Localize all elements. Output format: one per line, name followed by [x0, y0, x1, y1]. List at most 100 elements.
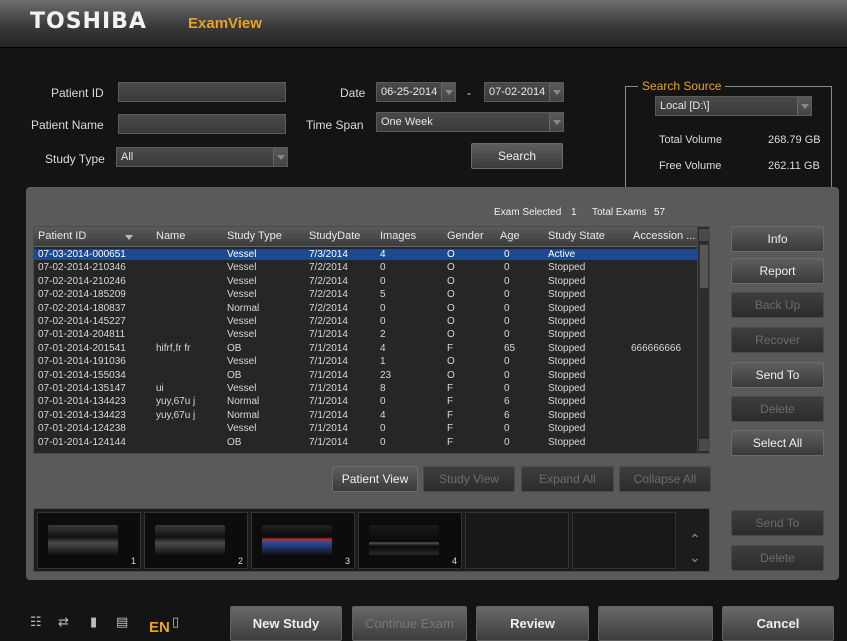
table-row[interactable]: 07-02-2014-185209 Vessel 7/2/2014 5 O 0 Stoppe… — [34, 289, 697, 300]
scroll-down-icon[interactable] — [699, 439, 709, 451]
table-row[interactable]: 07-01-2014-201541 hifrf,fr fr OB 7/1/2014 4 F… — [34, 343, 697, 354]
table-cell: Stopped — [548, 423, 586, 435]
expand-all-button[interactable]: Expand All — [521, 466, 614, 492]
language-indicator[interactable]: EN — [149, 619, 170, 636]
table-cell: 07-01-2014-124238 — [38, 423, 126, 435]
continue-exam-button[interactable]: Continue Exam — [352, 606, 467, 641]
backup-button[interactable]: Back Up — [731, 292, 824, 318]
table-row[interactable]: 07-03-2014-000651 Vessel 7/3/2014 4 O 0 Active — [34, 249, 697, 261]
collapse-all-button[interactable]: Collapse All — [619, 466, 711, 492]
table-cell: 1 — [380, 356, 386, 368]
column-header-gender[interactable]: Gender — [447, 230, 484, 242]
table-cell: 07-01-2014-134423 — [38, 409, 126, 421]
column-header-patient-id[interactable]: Patient ID — [38, 230, 86, 242]
disk-icon: ▮ — [90, 614, 98, 629]
thumbnail-image[interactable]: 4 — [358, 512, 462, 569]
column-header-age[interactable]: Age — [500, 230, 520, 242]
patient-id-input[interactable] — [118, 82, 286, 102]
patient-name-input[interactable] — [118, 114, 286, 134]
table-cell: 07-02-2014-185209 — [38, 289, 126, 301]
scroll-up-double-chevron-icon[interactable]: ⌃ — [689, 531, 701, 548]
table-cell: O — [447, 369, 455, 381]
table-cell: 23 — [380, 369, 392, 381]
table-cell: Stopped — [548, 342, 586, 354]
table-cell: 07-02-2014-210246 — [38, 275, 126, 287]
patient-view-button[interactable]: Patient View — [332, 466, 418, 492]
select-all-button[interactable]: Select All — [731, 430, 824, 456]
table-cell: Active — [548, 249, 576, 260]
thumbnail-image[interactable]: 3 — [251, 512, 355, 569]
table-cell: 7/1/2014 — [309, 342, 348, 354]
thumbnail-image[interactable]: 2 — [144, 512, 248, 569]
search-button[interactable]: Search — [471, 143, 563, 169]
table-row[interactable]: 07-01-2014-155034 OB 7/1/2014 23 O 0 Stopped — [34, 370, 697, 381]
recover-button[interactable]: Recover — [731, 327, 824, 353]
column-header-study-type[interactable]: Study Type — [227, 230, 282, 242]
table-row[interactable]: 07-02-2014-210246 Vessel 7/2/2014 0 O 0 Stoppe… — [34, 276, 697, 287]
table-cell: Vessel — [227, 316, 257, 327]
patient-name-label: Patient Name — [31, 118, 104, 132]
table-row[interactable]: 07-02-2014-210346 Vessel 7/2/2014 0 O 0 Stoppe… — [34, 262, 697, 273]
network-icon: ☷ — [30, 614, 42, 629]
thumbnail-image[interactable]: 1 — [37, 512, 141, 569]
source-select[interactable]: Local [D:\] — [655, 96, 812, 116]
table-cell: hifrf,fr fr — [156, 342, 191, 354]
exam-selected-count: 1 — [571, 207, 577, 218]
chevron-down-icon — [549, 113, 563, 131]
table-row[interactable]: 07-01-2014-204811 Vessel 7/1/2014 2 O 0 Stoppe… — [34, 329, 697, 340]
cancel-button[interactable]: Cancel — [722, 606, 834, 641]
table-cell: Stopped — [548, 356, 586, 368]
table-cell: Vessel — [227, 262, 257, 274]
table-cell: Stopped — [548, 383, 586, 394]
study-view-button[interactable]: Study View — [423, 466, 515, 492]
table-header: Patient ID Name Study Type StudyDate Ima… — [34, 227, 697, 247]
column-header-study-state[interactable]: Study State — [548, 230, 605, 242]
blank-function-button[interactable] — [598, 606, 713, 641]
table-cell: O — [447, 275, 455, 287]
table-cell: 0 — [380, 316, 386, 327]
thumb-delete-button[interactable]: Delete — [731, 545, 824, 571]
column-header-images[interactable]: Images — [380, 230, 416, 242]
table-row[interactable]: 07-01-2014-191036 Vessel 7/1/2014 1 O 0 Stoppe… — [34, 356, 697, 367]
scroll-down-double-chevron-icon[interactable]: ⌄ — [689, 549, 701, 566]
table-cell: Vessel — [227, 383, 257, 394]
spectral-image — [369, 525, 439, 555]
scroll-thumb[interactable] — [699, 244, 709, 289]
delete-button[interactable]: Delete — [731, 396, 824, 422]
table-cell: F — [447, 342, 454, 354]
table-row[interactable]: 07-02-2014-180837 Normal 7/2/2014 0 O 0 Stoppe… — [34, 303, 697, 314]
table-row[interactable]: 07-01-2014-124238 Vessel 7/1/2014 0 F 0 Stoppe… — [34, 423, 697, 434]
table-row[interactable]: 07-01-2014-134423 yuy,67u j Normal 7/1/2014… — [34, 410, 697, 421]
study-type-select[interactable]: All — [116, 147, 288, 167]
scroll-up-icon[interactable] — [699, 229, 709, 241]
table-cell: 7/1/2014 — [309, 329, 348, 341]
column-header-accession[interactable]: Accession ... — [633, 230, 695, 242]
table-cell: 7/1/2014 — [309, 423, 348, 435]
table-cell: Stopped — [548, 409, 586, 421]
table-cell: Vessel — [227, 329, 257, 341]
date-from-select[interactable]: 06-25-2014 — [376, 82, 456, 102]
time-span-label: Time Span — [306, 118, 364, 132]
table-cell: yuy,67u j — [156, 396, 196, 408]
info-button[interactable]: Info — [731, 226, 824, 252]
table-cell: 0 — [380, 396, 386, 408]
table-row[interactable]: 07-02-2014-145227 Vessel 7/2/2014 0 O 0 Stoppe… — [34, 316, 697, 327]
report-button[interactable]: Report — [731, 258, 824, 284]
column-header-name[interactable]: Name — [156, 230, 185, 242]
table-row[interactable]: 07-01-2014-134423 yuy,67u j Normal 7/1/2014… — [34, 396, 697, 407]
new-study-button[interactable]: New Study — [230, 606, 342, 641]
table-cell: F — [447, 409, 454, 421]
column-header-study-date[interactable]: StudyDate — [309, 230, 360, 242]
date-to-select[interactable]: 07-02-2014 — [484, 82, 564, 102]
table-row[interactable]: 07-01-2014-135147 ui Vessel 7/1/2014 8 F 0 Stop… — [34, 383, 697, 394]
doppler-image — [262, 525, 332, 555]
time-span-select[interactable]: One Week — [376, 112, 564, 132]
review-button[interactable]: Review — [476, 606, 589, 641]
thumb-send-to-button[interactable]: Send To — [731, 510, 824, 536]
table-cell: 0 — [380, 262, 386, 274]
table-scrollbar[interactable] — [697, 227, 709, 453]
table-cell: 0 — [504, 369, 510, 381]
send-to-button[interactable]: Send To — [731, 362, 824, 388]
table-row[interactable]: 07-01-2014-124144 OB 7/1/2014 0 F 0 Stopped — [34, 437, 697, 448]
table-cell: 4 — [380, 409, 386, 421]
